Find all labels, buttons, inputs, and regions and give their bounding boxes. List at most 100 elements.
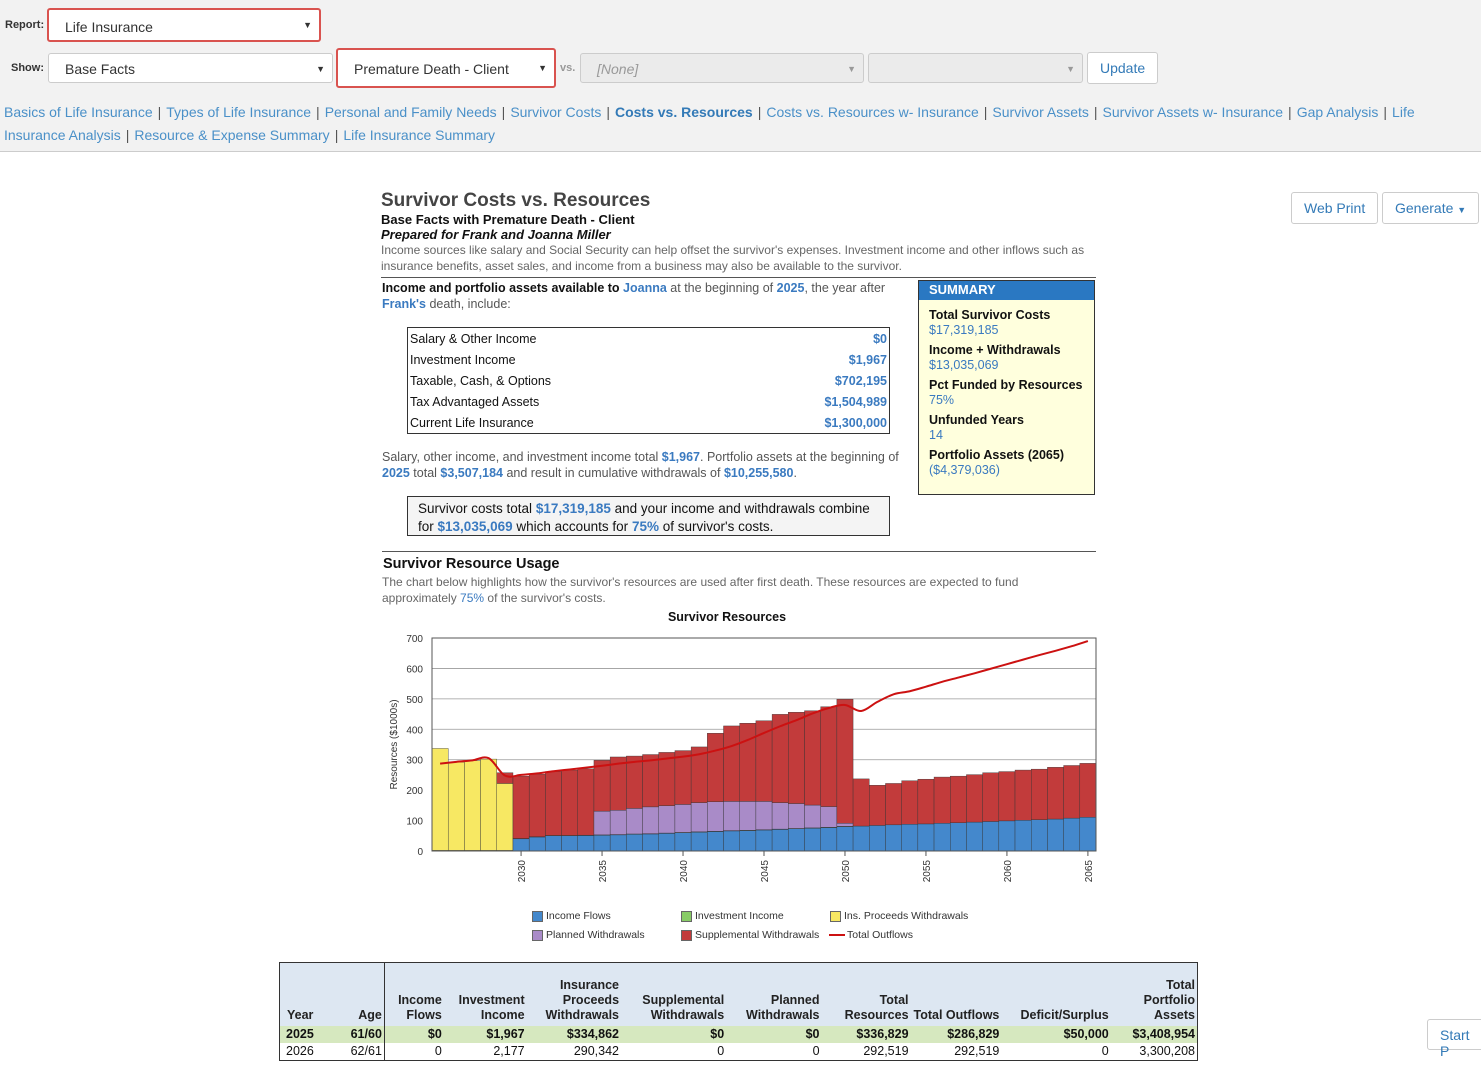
- chevron-down-icon: ▼: [538, 63, 547, 73]
- table-row: 2025 61/60 $0 $1,967 $334,862 $0 $0 $336,829 $28…: [279, 1026, 1198, 1043]
- report-subtitle: Base Facts with Premature Death - Client: [381, 212, 635, 227]
- nav-separator: |: [125, 127, 130, 143]
- report-header: Survivor Costs vs. Resources Base Facts …: [381, 190, 1096, 274]
- bar-segment: [674, 832, 692, 852]
- para-f: $3,507,184: [440, 466, 503, 480]
- nav-link-basics-of-life-insurance[interactable]: Basics of Life Insurance: [4, 104, 153, 120]
- nav-link-costs-vs-resources[interactable]: Costs vs. Resources: [615, 104, 753, 120]
- bar-segment: [723, 725, 740, 802]
- bar-segment: [885, 824, 902, 852]
- chevron-down-icon: ▼: [847, 64, 856, 74]
- y-tick-label: 500: [406, 695, 423, 706]
- nav-link-life-insurance-summary[interactable]: Life Insurance Summary: [343, 127, 495, 143]
- nav-link-personal-and-family-needs[interactable]: Personal and Family Needs: [325, 104, 497, 120]
- bar-segment: [674, 804, 692, 833]
- nav-link-survivor-assets[interactable]: Survivor Assets: [992, 104, 1088, 120]
- web-print-button[interactable]: Web Print: [1291, 192, 1379, 224]
- income-assets-table: Salary & Other Income $0 Investment Income…: [407, 327, 890, 434]
- callout-a: Survivor costs total: [418, 501, 533, 516]
- bar-segment: [642, 754, 659, 808]
- bar-segment: [626, 834, 643, 852]
- nav-separator: |: [1288, 104, 1292, 120]
- bar-segment: [836, 698, 854, 824]
- scenario-select-value: Premature Death - Client: [354, 61, 509, 77]
- para-h: $10,255,580: [723, 466, 794, 480]
- bar-segment: [496, 783, 514, 851]
- portfolio-paragraph: Salary, other income, and investment inc…: [382, 449, 912, 481]
- y-axis-label: Resources ($1000s): [389, 699, 400, 789]
- table-cell: 62/61: [350, 1044, 382, 1058]
- table-cell: 2025: [279, 1026, 340, 1043]
- nav-link-resource-expense-summary[interactable]: Resource & Expense Summary: [134, 127, 329, 143]
- income-row: Taxable, Cash, & Options $702,195: [408, 370, 890, 391]
- income-row-value: $702,195: [834, 373, 887, 388]
- bar-segment: [480, 758, 497, 851]
- x-tick-label: 2055: [922, 860, 933, 883]
- x-tick-label: 2060: [1003, 860, 1014, 883]
- legend-item: Ins. Proceeds Withdrawals: [830, 910, 968, 922]
- bar-segment: [707, 801, 724, 832]
- y-tick-label: 400: [406, 725, 423, 736]
- table-cell: 292,519: [954, 1044, 1000, 1058]
- bar-segment: [804, 804, 821, 829]
- bar-segment: [933, 776, 951, 824]
- income-row-label: Current Life Insurance: [410, 415, 534, 430]
- scenario-select[interactable]: Premature Death - Client ▼: [336, 48, 556, 88]
- nav-separator: |: [606, 104, 610, 120]
- para-c: . Portfolio assets at the beginning of: [700, 450, 899, 464]
- nav-link-survivor-assets-w-insurance[interactable]: Survivor Assets w- Insurance: [1103, 104, 1284, 120]
- nav-link-costs-vs-resources-w-insurance[interactable]: Costs vs. Resources w- Insurance: [766, 104, 978, 120]
- income-row-label: Salary & Other Income: [410, 331, 537, 346]
- compare-select-2: ▼: [868, 53, 1083, 83]
- bar-segment: [820, 706, 838, 807]
- summary-label: Portfolio Assets (2065): [929, 448, 1064, 462]
- nav-link-gap-analysis[interactable]: Gap Analysis: [1297, 104, 1379, 120]
- bar-segment: [690, 831, 708, 852]
- bar-segment: [771, 802, 789, 830]
- nav-separator: |: [983, 104, 988, 120]
- report-label: Report:: [5, 19, 45, 31]
- callout-b: $17,319,185: [535, 501, 611, 516]
- start-button[interactable]: Start P: [1427, 1019, 1481, 1059]
- bar-segment: [561, 835, 578, 852]
- bar-segment: [901, 780, 919, 825]
- vs-label: vs.: [560, 62, 576, 74]
- summary-value: $13,035,069: [929, 358, 999, 372]
- show-label: Show:: [11, 62, 44, 74]
- show-select[interactable]: Base Facts ▼: [48, 53, 333, 83]
- bar-segment: [917, 823, 935, 852]
- table-cell: $286,829: [910, 1026, 1002, 1043]
- y-tick-label: 200: [406, 786, 423, 797]
- nav-link-types-of-life-insurance[interactable]: Types of Life Insurance: [166, 104, 311, 120]
- bar-segment: [690, 802, 708, 833]
- summary-value: ($4,379,036): [929, 463, 1000, 477]
- income-row-label: Taxable, Cash, & Options: [410, 373, 552, 388]
- table-header: Income Flows: [383, 962, 444, 1026]
- update-button[interactable]: Update: [1087, 52, 1159, 84]
- nav-link-survivor-costs[interactable]: Survivor Costs: [510, 104, 601, 120]
- income-row-label: Investment Income: [410, 352, 516, 367]
- bar-segment: [1031, 768, 1048, 820]
- table-row: 2026 62/61 0 2,177 290,342 0 0 292,519 292,519 0 3…: [280, 1043, 1198, 1061]
- income-row: Current Life Insurance $1,300,000: [408, 412, 890, 434]
- compare-select-value: [None]: [597, 61, 639, 77]
- bar-segment: [1014, 769, 1032, 821]
- report-select[interactable]: Life Insurance ▼: [47, 8, 321, 42]
- legend-item: Investment Income: [681, 910, 784, 922]
- bar-segment: [658, 833, 676, 852]
- table-cell: 3,300,208: [1139, 1044, 1195, 1058]
- bar-segment: [642, 806, 659, 834]
- bar-segment: [901, 824, 919, 852]
- legend-item: Supplemental Withdrawals: [681, 929, 819, 941]
- table-header: Deficit/Surplus: [1001, 962, 1111, 1026]
- y-tick-label: 600: [406, 664, 423, 675]
- para-g: and result in cumulative withdrawals of: [506, 466, 721, 480]
- table-header: Investment Income: [443, 962, 527, 1026]
- generate-button[interactable]: Generate ▼: [1382, 192, 1480, 224]
- para-d: 2025: [382, 466, 410, 480]
- bar-segment: [674, 750, 692, 805]
- summary-header: SUMMARY: [919, 281, 1094, 300]
- legend-label: Total Outflows: [847, 929, 913, 941]
- bar-segment: [852, 778, 870, 827]
- bar-segment: [739, 830, 757, 852]
